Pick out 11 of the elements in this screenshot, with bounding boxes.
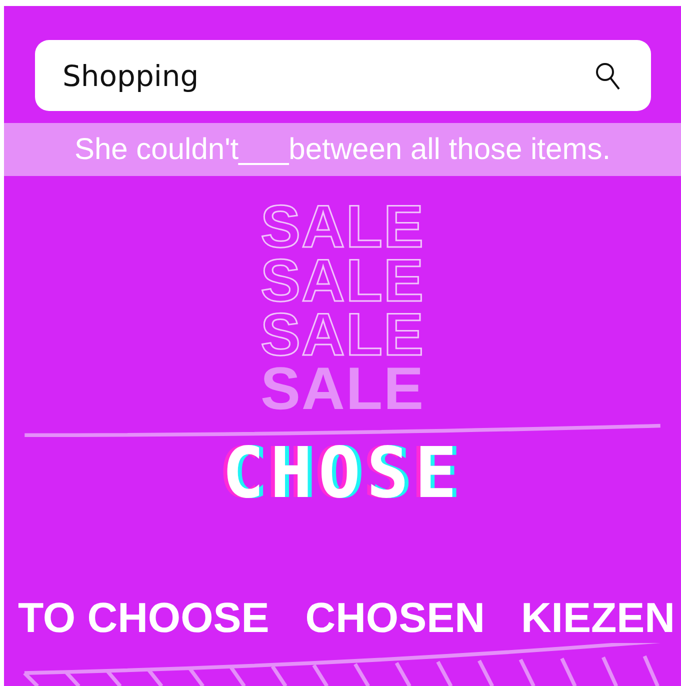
- sale-word: SALE: [260, 362, 425, 416]
- option-word: KIEZEN: [520, 592, 675, 643]
- search-field[interactable]: Shopping: [34, 40, 650, 112]
- search-icon: [594, 62, 620, 90]
- option-word: TO CHOOSE: [18, 592, 270, 643]
- sale-word: SALE: [260, 254, 425, 308]
- sale-word: SALE: [260, 200, 425, 254]
- sale-word: SALE: [260, 308, 425, 362]
- option-word: CHOSEN: [305, 592, 485, 643]
- fill-in-sentence: She couldn't___between all those items.: [74, 132, 611, 167]
- answer-word: CHOSE: [222, 440, 463, 505]
